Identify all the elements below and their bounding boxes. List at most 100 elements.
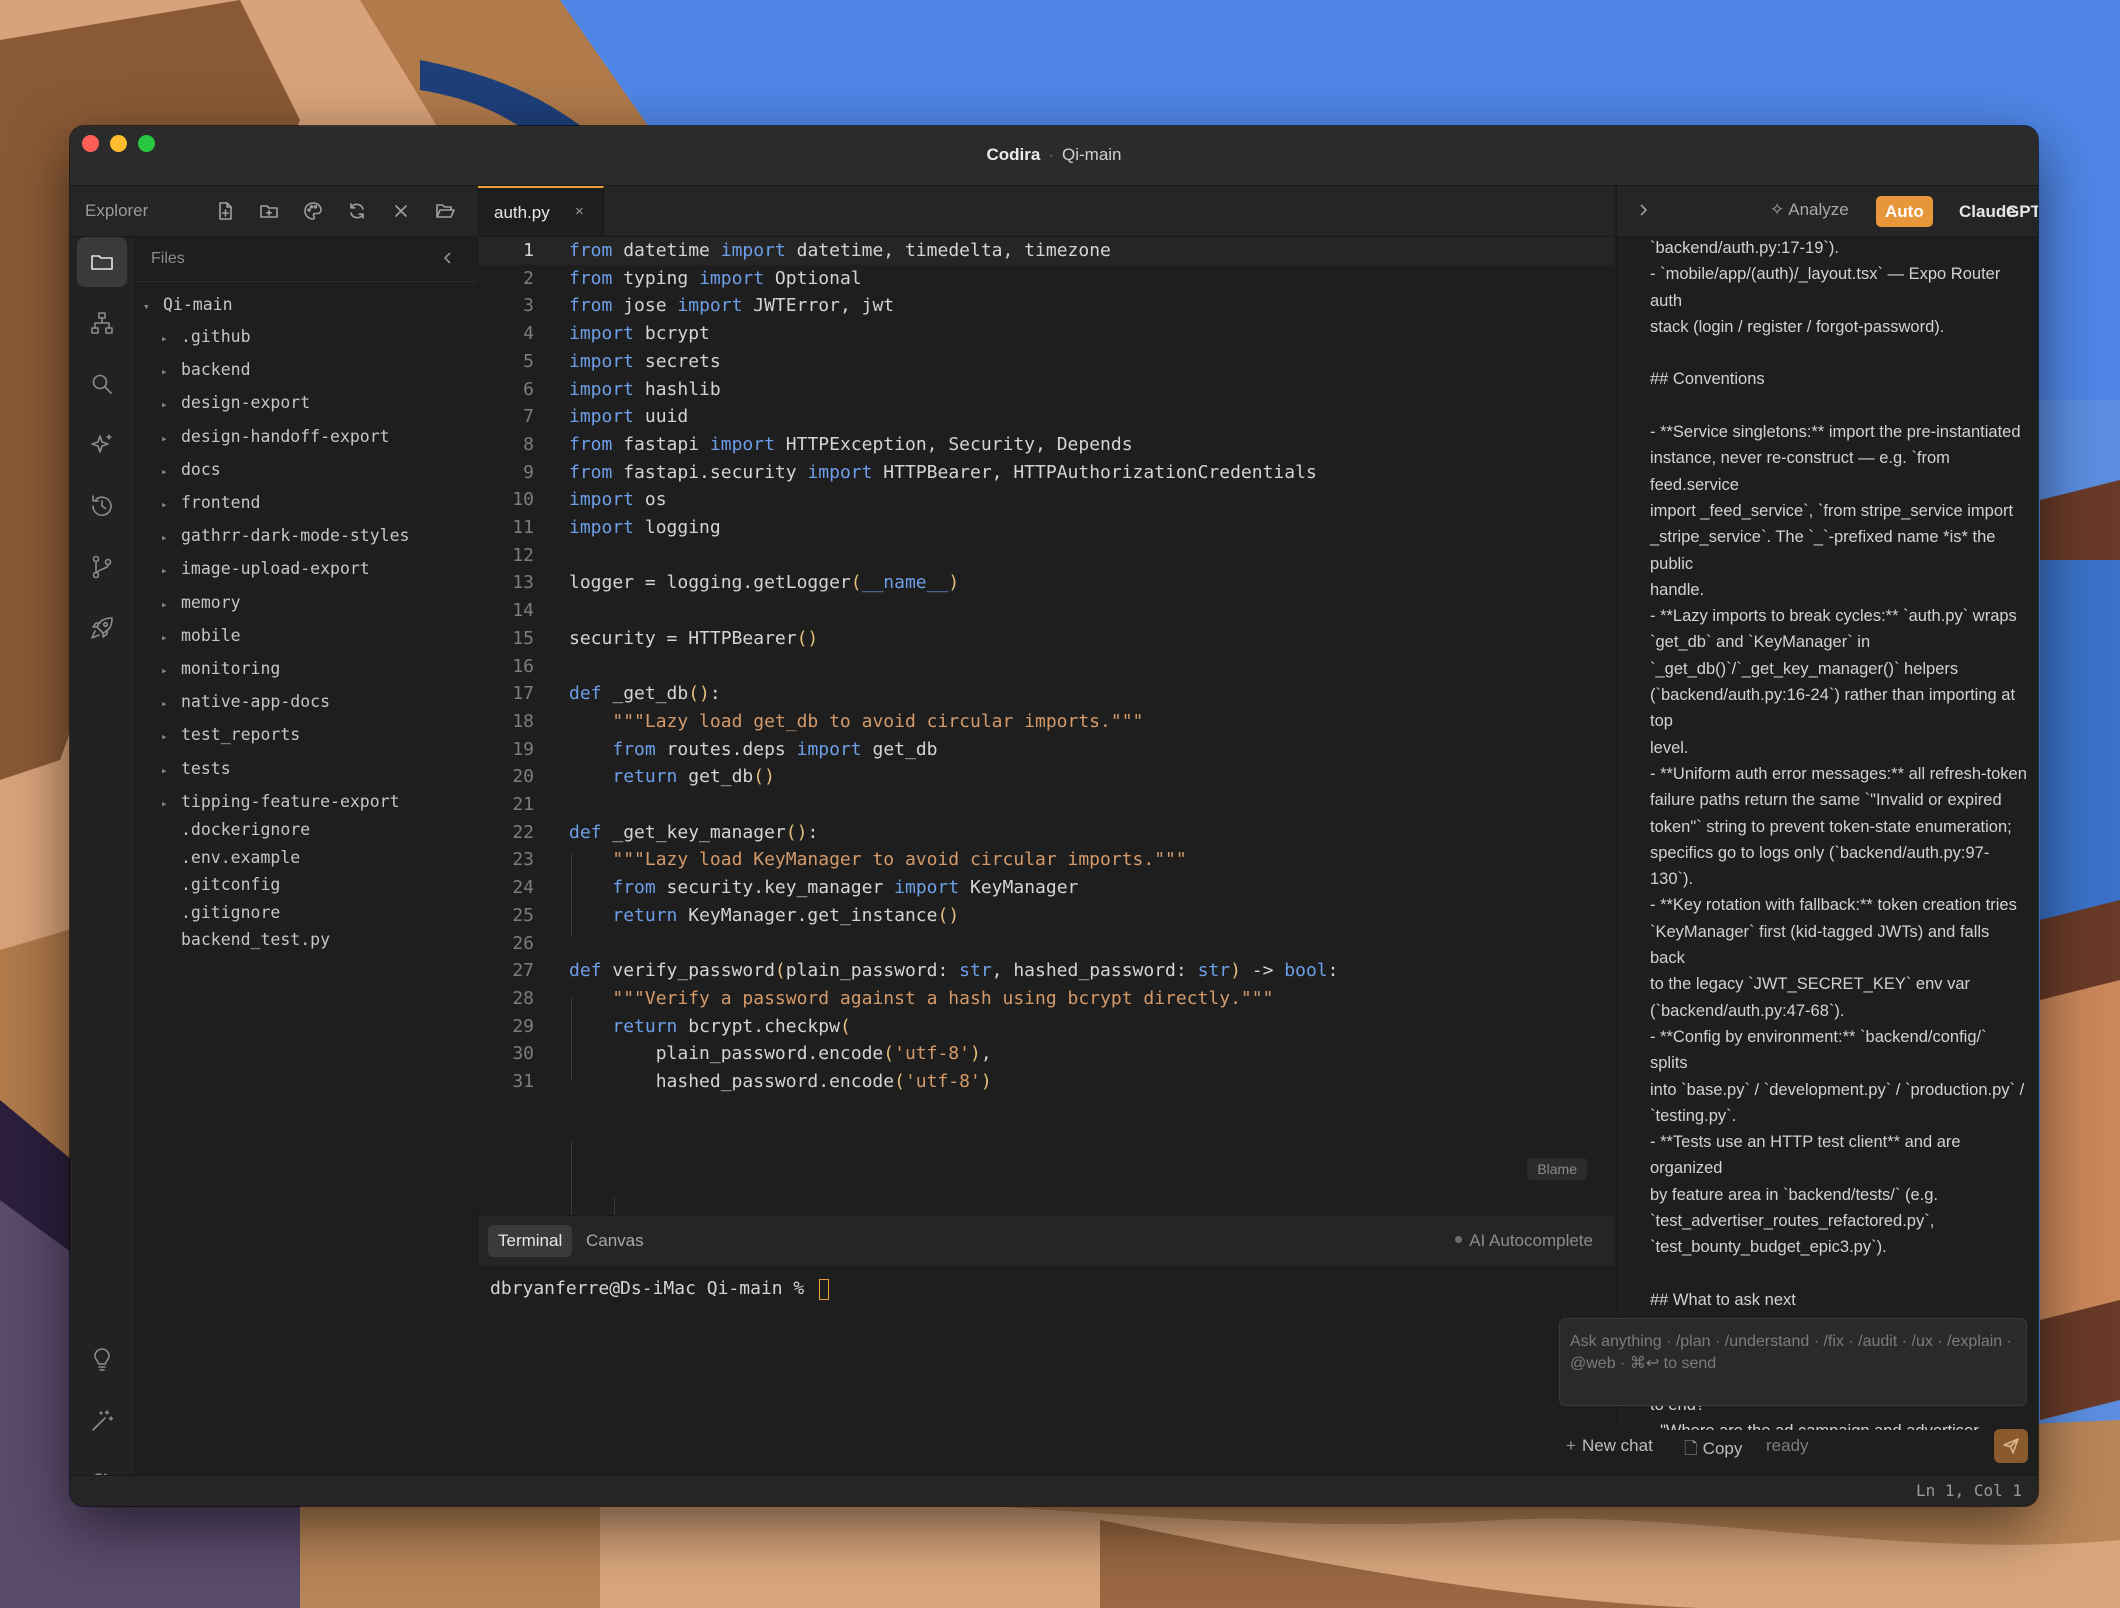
chevron-right-icon: ▸ [161, 597, 168, 611]
message-line: _stripe_service`. The `_`-prefixed name … [1650, 528, 1996, 573]
line-number: 5 [523, 350, 534, 372]
terminal[interactable]: dbryanferre@Ds-iMac Qi-main % [478, 1266, 1615, 1506]
tree-folder[interactable]: ▸ gathrr-dark-mode-styles [161, 522, 409, 550]
tree-folder-label: tests [181, 758, 231, 778]
code-token: , [980, 1043, 992, 1065]
analyze-button[interactable]: ✧ Analyze [1770, 200, 1849, 220]
chat-input[interactable]: Ask anything · /plan · /understand · /fi… [1559, 1318, 2027, 1406]
new-chat-button[interactable]: + New chat [1566, 1436, 1653, 1456]
expand-panel-button[interactable] [1635, 202, 1653, 220]
open-folder-icon[interactable] [430, 197, 460, 225]
code-token: security = HTTPBearer [569, 627, 797, 649]
code-line: 29 return bcrypt.checkpw( [478, 1013, 1615, 1041]
message-line: - **Tests use an HTTP test client** and … [1650, 1133, 1961, 1178]
line-number: 30 [512, 1043, 534, 1065]
chevron-left-icon [443, 252, 451, 264]
magic-activity-button[interactable] [77, 1396, 127, 1446]
message-line [1650, 1261, 2028, 1287]
structure-activity-button[interactable] [77, 298, 127, 348]
refresh-icon[interactable] [342, 197, 372, 225]
tree-folder[interactable]: ▸ .github [161, 323, 251, 351]
copy-button[interactable]: 🗋 Copy [1684, 1436, 1742, 1465]
model-gpt-button[interactable]: GPT [1997, 196, 2038, 227]
tab-terminal[interactable]: Terminal [488, 1225, 573, 1257]
tree-folder[interactable]: ▸ docs [161, 456, 221, 484]
tree-folder[interactable]: ▸ backend [161, 356, 251, 384]
tree-folder-label: design-handoff-export [181, 426, 390, 446]
close-icon[interactable] [386, 197, 416, 225]
tree-file-label: .gitconfig [181, 875, 281, 895]
chevron-right-icon: ▸ [161, 697, 168, 711]
activity-bar [70, 237, 135, 1506]
tree-root[interactable]: ▾ Qi-main [143, 291, 233, 319]
code-editor[interactable]: 31 hashed_password.encode('utf-8') 30 pla… [478, 237, 1615, 1215]
tree-file[interactable]: .env.example [181, 844, 300, 872]
message-line: `testing.py`. [1650, 1106, 1737, 1125]
magic-wand-icon [92, 1410, 114, 1431]
line-number: 25 [512, 904, 534, 926]
line-number: 17 [512, 683, 534, 705]
tree-folder[interactable]: ▸ test_reports [161, 721, 300, 749]
tree-folder[interactable]: ▸ tests [161, 755, 231, 783]
code-token: -> [1240, 960, 1285, 982]
tree-folder[interactable]: ▸ design-export [161, 389, 310, 417]
message-line: ## Conventions [1650, 370, 1765, 389]
model-auto-button[interactable]: Auto [1876, 196, 1933, 227]
palette-icon[interactable] [298, 197, 328, 225]
tree-folder[interactable]: ▸ image-upload-export [161, 555, 370, 583]
code-token: get_db [677, 766, 754, 788]
git-branch-icon [92, 555, 112, 579]
tab-auth-py[interactable]: auth.py × [478, 186, 604, 236]
tree-folder[interactable]: ▸ design-handoff-export [161, 423, 390, 451]
tab-close-icon[interactable]: × [575, 203, 584, 220]
message-line: into `base.py` / `development.py` / `pro… [1650, 1080, 2025, 1099]
tree-folder[interactable]: ▸ native-app-docs [161, 688, 330, 716]
ai-autocomplete-label: AI Autocomplete [1469, 1231, 1593, 1250]
explorer-activity-button[interactable] [77, 237, 127, 287]
message-line: import _feed_service`, `from stripe_serv… [1650, 501, 2014, 520]
code-line: 9 from fastapi.security import HTTPBearer… [478, 459, 1615, 487]
source-control-activity-button[interactable] [77, 542, 127, 592]
new-folder-icon[interactable] [254, 197, 284, 225]
tab-canvas[interactable]: Canvas [576, 1225, 654, 1257]
window-title: Codira · Qi-main [70, 145, 2038, 165]
ai-activity-button[interactable] [77, 420, 127, 470]
code-text: """Lazy load KeyManager to avoid circula… [569, 846, 1186, 874]
tree-file[interactable]: backend_test.py [181, 926, 330, 954]
code-token: import [569, 350, 635, 372]
code-token: import [569, 323, 635, 345]
search-icon [92, 374, 112, 394]
tree-folder[interactable]: ▸ monitoring [161, 655, 280, 683]
new-file-icon[interactable] [210, 197, 240, 225]
code-text: from typing import Optional [569, 265, 862, 293]
message-line: failure paths return the same `"Invalid … [1650, 791, 2002, 810]
collapse-sidebar-button[interactable] [439, 249, 459, 269]
tree-folder[interactable]: ▸ frontend [161, 489, 260, 517]
tree-folder[interactable]: ▸ tipping-feature-export [161, 788, 400, 816]
chat-messages[interactable]: `backend/auth.py:17-19`). - `mobile/app/(… [1616, 237, 2038, 1430]
code-line: 28 """Verify a password against a hash u… [478, 985, 1615, 1013]
line-number: 31 [512, 1071, 534, 1092]
message-line: - **Service singletons:** import the pre… [1650, 423, 2021, 442]
hierarchy-icon [91, 312, 113, 334]
message-line: level. [1650, 738, 1689, 757]
code-token: : [1327, 960, 1339, 982]
tips-activity-button[interactable] [77, 1335, 127, 1385]
tree-folder-label: tipping-feature-export [181, 791, 400, 811]
tree-folder[interactable]: ▸ memory [161, 589, 241, 617]
tree-file-label: .dockerignore [181, 820, 311, 839]
tree-file[interactable]: .gitconfig [181, 871, 280, 899]
ai-autocomplete-toggle[interactable]: AI Autocomplete [1455, 1231, 1593, 1251]
tree-file[interactable]: .dockerignore [181, 816, 310, 844]
search-activity-button[interactable] [77, 359, 127, 409]
send-button[interactable] [1994, 1429, 2028, 1463]
deploy-activity-button[interactable] [77, 603, 127, 653]
tree-file[interactable]: .gitignore [181, 899, 280, 927]
chevron-right-icon: ▸ [161, 564, 168, 578]
history-activity-button[interactable] [77, 481, 127, 531]
tree-folder[interactable]: ▸ mobile [161, 622, 241, 650]
blame-button[interactable]: Blame [1527, 1158, 1587, 1180]
